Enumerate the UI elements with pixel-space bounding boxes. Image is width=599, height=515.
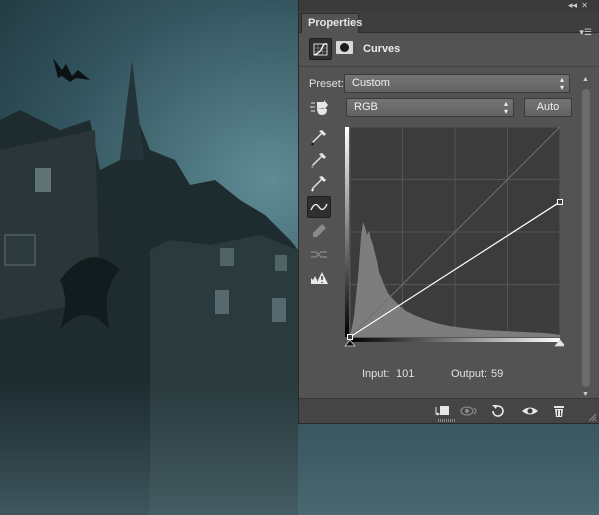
dropdown-arrows-icon: ▴ ▾	[559, 75, 564, 92]
channel-value: RGB	[354, 101, 378, 113]
draw-pencil-icon[interactable]	[309, 221, 329, 241]
close-panel-icon[interactable]: ✕	[581, 1, 589, 10]
output-label: Output:	[451, 368, 488, 380]
resize-grip-icon[interactable]	[588, 413, 597, 422]
output-value: 59	[491, 368, 504, 380]
delete-adjustment-icon[interactable]	[548, 402, 570, 420]
panel-scrollbar[interactable]: ▲ ▼	[580, 76, 592, 398]
reset-icon[interactable]	[487, 402, 509, 420]
input-label: Input:	[362, 368, 390, 380]
panel-tab-bar: Properties ▾☰	[299, 11, 599, 37]
preset-label: Preset:	[309, 78, 344, 90]
on-image-adjust-icon[interactable]	[309, 98, 331, 118]
properties-panel: ◂◂ ✕ Properties ▾☰ Curves Preset: Custom…	[298, 0, 599, 424]
sample-gray-point-eyedropper-icon[interactable]	[309, 150, 329, 170]
preset-value: Custom	[352, 77, 390, 89]
curve-point-black[interactable]	[347, 334, 353, 340]
collapse-icon[interactable]: ◂◂	[568, 0, 577, 11]
curves-adjustment-icon[interactable]	[309, 38, 332, 60]
panel-title: Curves	[363, 43, 401, 55]
layer-mask-icon[interactable]	[336, 41, 353, 54]
curves-graph[interactable]	[344, 127, 564, 347]
clip-to-layer-icon[interactable]	[431, 402, 453, 420]
sample-black-point-eyedropper-icon[interactable]	[309, 127, 329, 147]
panel-drag-grip[interactable]	[438, 419, 456, 422]
scroll-thumb[interactable]	[582, 89, 590, 387]
preset-dropdown[interactable]: Custom ▴ ▾	[344, 74, 570, 93]
scroll-down-icon[interactable]: ▼	[582, 391, 589, 398]
input-gradient-bar	[350, 338, 560, 342]
clipping-warning-icon[interactable]	[309, 268, 329, 288]
sample-white-point-eyedropper-icon[interactable]	[309, 173, 329, 193]
tab-properties[interactable]: Properties	[301, 13, 362, 33]
curve-point-white[interactable]	[557, 198, 563, 205]
input-value: 101	[396, 368, 415, 380]
auto-button[interactable]: Auto	[524, 98, 572, 117]
dropdown-arrows-icon: ▴ ▾	[503, 99, 508, 116]
output-gradient-bar	[345, 127, 349, 337]
edit-points-curve-icon[interactable]	[307, 196, 331, 218]
channel-dropdown[interactable]: RGB ▴ ▾	[346, 98, 514, 117]
toggle-visibility-icon[interactable]	[519, 402, 541, 420]
curves-graph-svg[interactable]	[344, 127, 564, 347]
smooth-curve-icon[interactable]	[309, 244, 329, 264]
view-previous-state-icon[interactable]	[459, 402, 481, 420]
panel-title-strip: ◂◂ ✕	[299, 0, 599, 11]
scroll-up-icon[interactable]: ▲	[582, 76, 589, 83]
properties-header: Curves	[299, 33, 599, 67]
